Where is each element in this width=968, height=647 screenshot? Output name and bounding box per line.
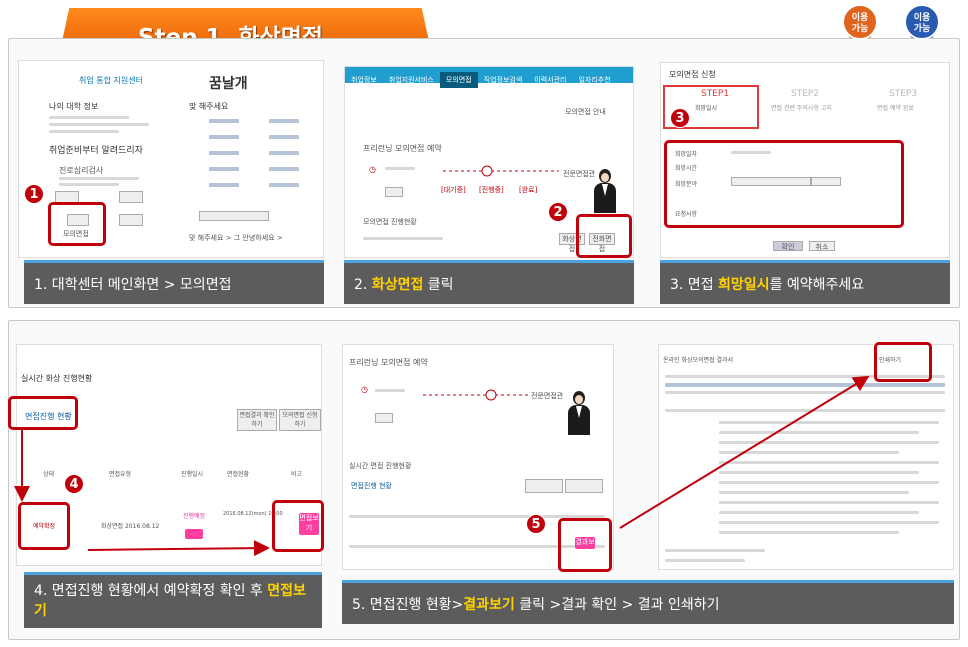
menu-icon-3[interactable]	[119, 214, 143, 226]
availability-badge: 이용 가능	[904, 4, 940, 40]
step-number-2: 2	[548, 202, 568, 222]
highlight-box-enter	[272, 500, 324, 552]
col-header-status: 상태	[43, 471, 55, 478]
form-step-3: STEP3	[889, 89, 918, 99]
check-result-button[interactable]: 면접결과 확인하기	[237, 409, 277, 431]
caption-highlight: 결과보기	[463, 597, 515, 613]
col-header-progress: 면접현황	[227, 471, 250, 478]
highlight-box-1	[48, 202, 106, 246]
progress-track	[423, 389, 529, 401]
availability-badge: 이용 가능	[842, 4, 878, 40]
section-left-title: 나의 대학 정보	[49, 102, 99, 111]
status-complete: [완료]	[519, 186, 538, 194]
menu-item[interactable]: 진로심리검사	[59, 165, 103, 176]
form-step-1-sub: 희망일시	[695, 105, 718, 112]
progress-table-label: 실시간 면접 진행현황	[349, 462, 412, 470]
step-number-1: 1	[24, 184, 44, 204]
status-ongoing: [진행중]	[479, 186, 504, 194]
menu-icon-2[interactable]	[119, 191, 143, 203]
cancel-button[interactable]: 취소	[809, 241, 835, 251]
confirm-button[interactable]: 확인	[773, 241, 803, 251]
caption-step-3: 3. 면접 희망일시를 예약해주세요	[660, 260, 950, 304]
nav-item[interactable]: 취업정보	[345, 72, 383, 88]
caption-highlight: 화상면접	[371, 277, 424, 293]
page-heading: 모의면접 안내	[565, 108, 606, 116]
col-header-note: 비고	[291, 471, 303, 478]
footer-box	[199, 211, 269, 221]
interviewer-avatar	[563, 389, 595, 435]
nav-item[interactable]: Menu	[345, 94, 376, 108]
highlight-box-3	[664, 140, 904, 228]
highlight-box-5	[558, 518, 612, 572]
nav-item[interactable]: 직업정보검색	[478, 72, 529, 88]
nav-item-active[interactable]: 모의면접	[439, 72, 478, 88]
form-step-1: STEP1	[701, 89, 730, 99]
row-type: 화상면접 2016.08.12	[101, 523, 160, 530]
report-title: 온라인 화상모의면접 결과서	[663, 357, 734, 364]
nav-item[interactable]: 취업지원서비스	[383, 72, 440, 88]
reservation-subtitle: 프리런닝 모의면접 예약	[349, 358, 428, 367]
status-waiting: [대기중]	[441, 186, 466, 194]
nav-item[interactable]: 이력서관리	[528, 72, 572, 88]
tab-button-2[interactable]	[565, 479, 603, 493]
clock-icon: ◷	[369, 165, 376, 174]
row-progress-button[interactable]	[185, 529, 203, 539]
highlight-box-print	[874, 342, 932, 382]
step-number-3: 3	[670, 108, 690, 128]
row-progress: 진행예정	[183, 513, 206, 520]
progress-track	[443, 165, 559, 177]
caption-highlight: 희망일시	[718, 277, 770, 293]
progress-table-label: 모의면접 진행현황	[363, 218, 417, 226]
reservation-subtitle: 프리런닝 모의면접 예약	[363, 144, 442, 153]
section-right-title: 맞 해주세요	[189, 102, 229, 111]
guide-heading: 취업준비부터 알려드리자	[49, 146, 143, 156]
col-header-datetime: 진행일시	[181, 471, 204, 478]
step-number-4: 4	[64, 474, 84, 494]
site-header: 취업 통합 지원센터	[79, 76, 143, 85]
site-logo: 꿈날개	[209, 76, 248, 92]
col-header-type: 면접유형	[109, 471, 132, 478]
tab-button-1[interactable]	[525, 479, 563, 493]
caption-step-1: 1. 대학센터 메인화면 > 모의면접	[24, 260, 324, 304]
site-nav-bar: 취업정보 취업지원서비스 모의면접 직업정보검색 이력서관리 일자리추천 Menu	[345, 67, 633, 105]
form-step-2-sub: 면접 관련 주의사항 고지	[771, 105, 832, 112]
caption-step-4: 4. 면접진행 현황에서 예약확정 확인 후 면접보기	[24, 572, 322, 628]
mini-button[interactable]	[385, 187, 403, 197]
form-step-2: STEP2	[791, 89, 820, 99]
apply-interview-button[interactable]: 모의면접 신청하기	[279, 409, 321, 431]
status-section-title: 실시간 화상 진행현황	[21, 374, 93, 383]
form-step-3-sub: 면접 예약 완료	[877, 105, 914, 112]
footer-text: 맞 해주세요 > 그 안녕하세요 >	[189, 234, 283, 242]
interviewer-avatar	[589, 167, 621, 213]
expert-label: 전문면접관	[531, 392, 564, 400]
clock-icon: ◷	[361, 385, 368, 394]
mini-button[interactable]	[375, 413, 393, 423]
caption-step-5: 5. 면접진행 현황>결과보기 클릭 >결과 확인 > 결과 인쇄하기	[342, 580, 954, 624]
highlight-box-status-tab	[8, 396, 78, 430]
form-title: 모의면접 신청	[669, 70, 716, 79]
status-tab[interactable]: 면접진행 현황	[351, 481, 392, 491]
caption-step-2: 2. 화상면접 클릭	[344, 260, 634, 304]
highlight-box-2	[576, 214, 632, 258]
step-number-5: 5	[526, 514, 546, 534]
nav-item[interactable]: 일자리추천	[572, 72, 616, 88]
highlight-box-reservation	[18, 502, 70, 550]
